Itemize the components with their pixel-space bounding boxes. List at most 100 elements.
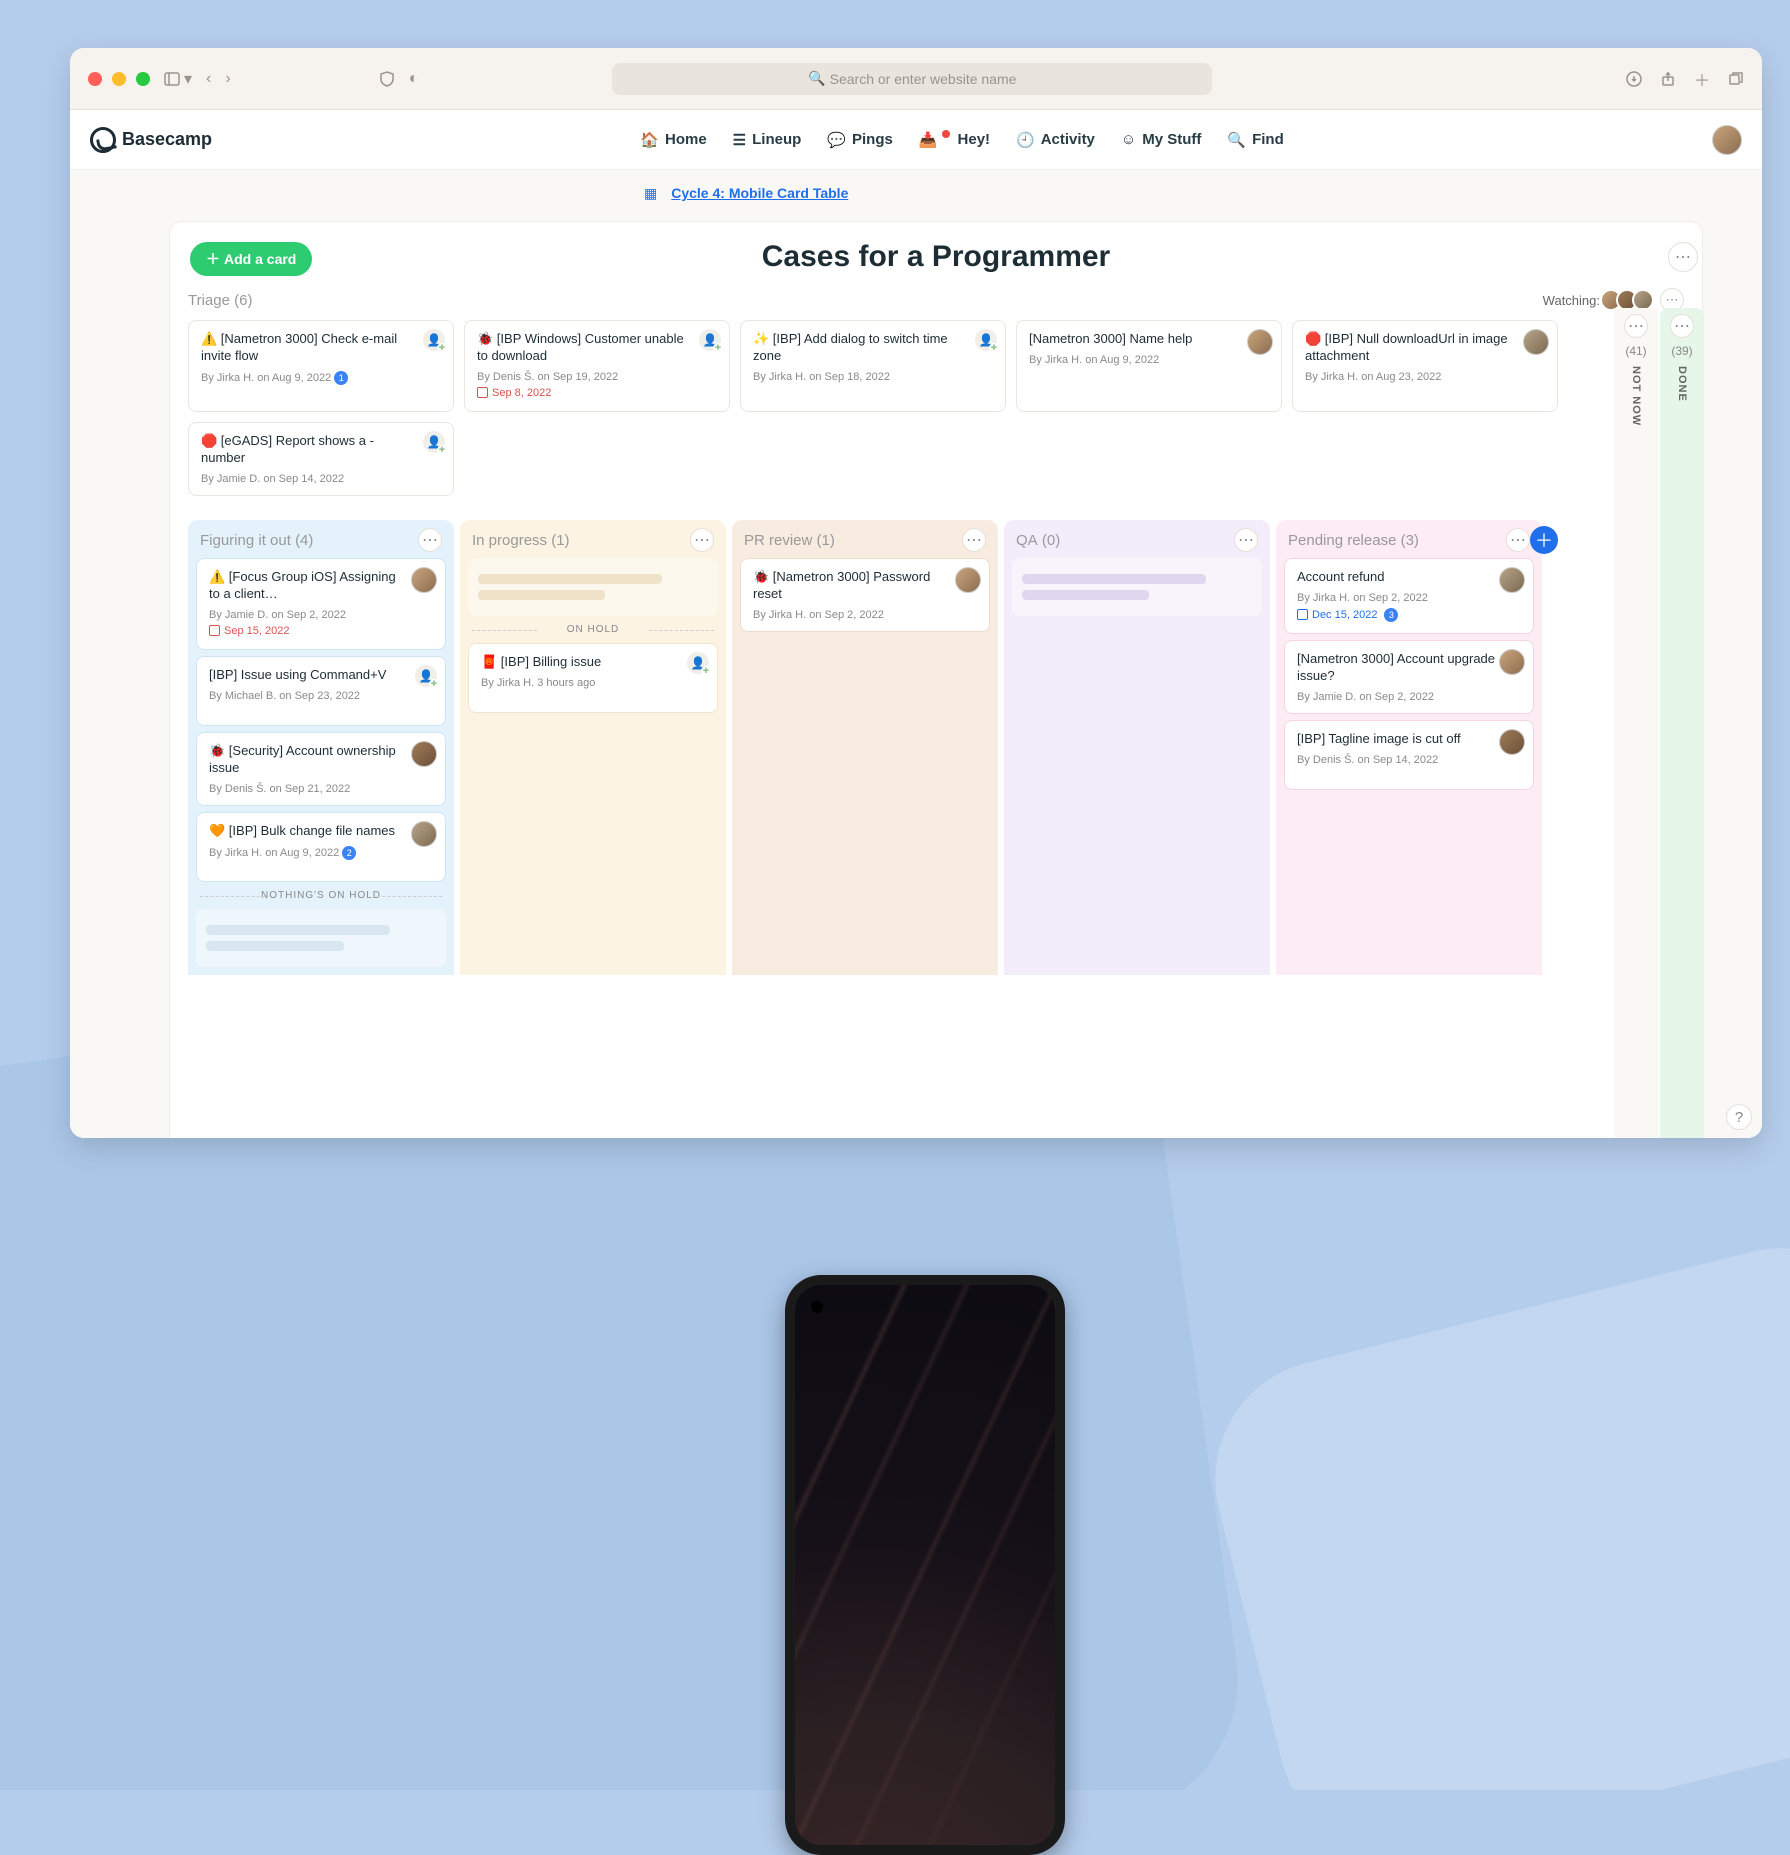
nav-activity[interactable]: 🕘Activity: [1016, 131, 1095, 149]
project-link[interactable]: Cycle 4: Mobile Card Table: [671, 185, 848, 201]
comment-count-badge: 3: [1384, 608, 1398, 622]
placeholder-card: [196, 909, 446, 967]
assignee-placeholder-icon[interactable]: 👤: [415, 665, 437, 687]
assignee-placeholder-icon[interactable]: 👤: [423, 329, 445, 351]
on-hold-separator: NOTHING'S ON HOLD: [196, 890, 446, 901]
nav-mystuff[interactable]: ☺My Stuff: [1121, 131, 1202, 149]
share-icon[interactable]: [1660, 67, 1676, 91]
back-button[interactable]: ‹: [206, 70, 211, 88]
column-menu-button[interactable]: ⋯: [1506, 528, 1530, 552]
assignee-avatar[interactable]: [411, 741, 437, 767]
assignee-placeholder-icon[interactable]: 👤: [975, 329, 997, 351]
page-title: Cases for a Programmer: [762, 240, 1111, 274]
sidebar-toggle-icon[interactable]: ▾: [164, 69, 192, 89]
app-header: Basecamp 🏠Home ☰Lineup 💬Pings 📥Hey! 🕘Act…: [70, 110, 1762, 170]
new-tab-icon[interactable]: ＋: [1694, 67, 1710, 91]
nav-pings[interactable]: 💬Pings: [827, 131, 893, 149]
rail-menu-button[interactable]: ⋯: [1624, 314, 1648, 338]
search-icon: 🔍: [1227, 131, 1246, 149]
column-menu-button[interactable]: ⋯: [418, 528, 442, 552]
assignee-avatar[interactable]: [411, 567, 437, 593]
nav-hey[interactable]: 📥Hey!: [919, 131, 990, 149]
column-card[interactable]: ⚠️ [Focus Group iOS] Assigning to a clie…: [196, 558, 446, 650]
column-card[interactable]: 🐞 [Nametron 3000] Password reset By Jirk…: [740, 558, 990, 632]
basecamp-logo[interactable]: Basecamp: [90, 127, 212, 153]
privacy-icon[interactable]: ◐: [409, 70, 419, 88]
phone-camera-icon: [811, 1301, 823, 1313]
column-menu-button[interactable]: ⋯: [1234, 528, 1258, 552]
plus-icon: ＋: [206, 249, 220, 269]
calendar-icon: [209, 625, 220, 636]
address-bar-placeholder: Search or enter website name: [830, 71, 1017, 87]
browser-window: ▾ ‹ › ◐ 🔍 Search or enter website name ＋: [70, 48, 1762, 1138]
column-card[interactable]: 🐞 [Security] Account ownership issue By …: [196, 732, 446, 806]
person-icon: ☺: [1121, 131, 1136, 148]
home-icon: 🏠: [640, 131, 659, 149]
column-card[interactable]: [IBP] Tagline image is cut off By Denis …: [1284, 720, 1534, 790]
column-menu-button[interactable]: ⋯: [690, 528, 714, 552]
downloads-icon[interactable]: [1626, 67, 1642, 91]
close-window-icon[interactable]: [88, 72, 102, 86]
forward-button[interactable]: ›: [225, 70, 230, 88]
assignee-avatar[interactable]: [1499, 567, 1525, 593]
assignee-avatar[interactable]: [1247, 329, 1273, 355]
column-card[interactable]: Account refund By Jirka H. on Sep 2, 202…: [1284, 558, 1534, 634]
column-qa: QA (0) ⋯: [1004, 520, 1270, 975]
zoom-window-icon[interactable]: [136, 72, 150, 86]
inbox-icon: 📥: [919, 131, 938, 149]
assignee-avatar[interactable]: [955, 567, 981, 593]
add-card-button[interactable]: ＋ Add a card: [190, 242, 312, 276]
column-card[interactable]: [Nametron 3000] Account upgrade issue? B…: [1284, 640, 1534, 714]
column-pending-release: Pending release (3) ⋯ Account refund By …: [1276, 520, 1542, 975]
window-controls[interactable]: [88, 72, 150, 86]
assignee-avatar[interactable]: [1499, 729, 1525, 755]
comment-count-badge: 2: [342, 846, 356, 860]
assignee-placeholder-icon[interactable]: 👤: [423, 431, 445, 453]
column-figuring: Figuring it out (4) ⋯ ⚠️ [Focus Group iO…: [188, 520, 454, 975]
assignee-avatar[interactable]: [1499, 649, 1525, 675]
triage-card[interactable]: [Nametron 3000] Name help By Jirka H. on…: [1016, 320, 1282, 412]
nav-home[interactable]: 🏠Home: [640, 131, 706, 149]
triage-card[interactable]: 👤 🛑 [eGADS] Report shows a -number By Ja…: [188, 422, 454, 496]
assignee-placeholder-icon[interactable]: 👤: [687, 652, 709, 674]
column-menu-button[interactable]: ⋯: [962, 528, 986, 552]
assignee-placeholder-icon[interactable]: 👤: [699, 329, 721, 351]
address-bar[interactable]: 🔍 Search or enter website name: [612, 63, 1212, 95]
triage-card[interactable]: 👤 ⚠️ [Nametron 3000] Check e-mail invite…: [188, 320, 454, 412]
search-icon: 🔍: [808, 70, 825, 87]
column-card[interactable]: 👤 [IBP] Issue using Command+V By Michael…: [196, 656, 446, 726]
comment-count-badge: 1: [334, 371, 348, 385]
column-in-progress: In progress (1) ⋯ ON HOLD 👤 🧧 [IBP] Bill…: [460, 520, 726, 975]
chat-icon: 💬: [827, 131, 846, 149]
minimize-window-icon[interactable]: [112, 72, 126, 86]
columns: Figuring it out (4) ⋯ ⚠️ [Focus Group iO…: [188, 520, 1684, 975]
column-card[interactable]: 🧡 [IBP] Bulk change file names By Jirka …: [196, 812, 446, 882]
triage-card[interactable]: 🛑 [IBP] Null downloadUrl in image attach…: [1292, 320, 1558, 412]
table-icon: ▦: [644, 185, 657, 202]
add-column-button[interactable]: ＋: [1530, 526, 1558, 554]
help-button[interactable]: ?: [1726, 1104, 1752, 1130]
column-card[interactable]: 👤 🧧 [IBP] Billing issue By Jirka H. 3 ho…: [468, 643, 718, 713]
calendar-icon: [477, 387, 488, 398]
assignee-avatar[interactable]: [411, 821, 437, 847]
assignee-avatar[interactable]: [1523, 329, 1549, 355]
column-pr-review: PR review (1) ⋯ 🐞 [Nametron 3000] Passwo…: [732, 520, 998, 975]
triage-card[interactable]: 👤 ✨ [IBP] Add dialog to switch time zone…: [740, 320, 1006, 412]
clock-icon: 🕘: [1016, 131, 1035, 149]
nav-find[interactable]: 🔍Find: [1227, 131, 1283, 149]
board-menu-button[interactable]: ⋯: [1668, 242, 1698, 272]
shield-icon[interactable]: [379, 71, 395, 87]
done-rail[interactable]: ⋯ (39) DONE: [1660, 308, 1704, 1138]
tabs-overview-icon[interactable]: [1728, 67, 1744, 91]
triage-card[interactable]: 👤 🐞 [IBP Windows] Customer unable to dow…: [464, 320, 730, 412]
logo-mark-icon: [90, 127, 116, 153]
placeholder-card: [468, 558, 718, 616]
current-user-avatar[interactable]: [1712, 125, 1742, 155]
due-date: Sep 8, 2022: [477, 387, 551, 399]
rail-menu-button[interactable]: ⋯: [1670, 314, 1694, 338]
placeholder-card: [1012, 558, 1262, 616]
main-nav: 🏠Home ☰Lineup 💬Pings 📥Hey! 🕘Activity ☺My…: [640, 131, 1283, 149]
browser-toolbar: ▾ ‹ › ◐ 🔍 Search or enter website name ＋: [70, 48, 1762, 110]
not-now-rail[interactable]: ⋯ (41) NOT NOW: [1614, 308, 1658, 1138]
nav-lineup[interactable]: ☰Lineup: [733, 131, 802, 149]
